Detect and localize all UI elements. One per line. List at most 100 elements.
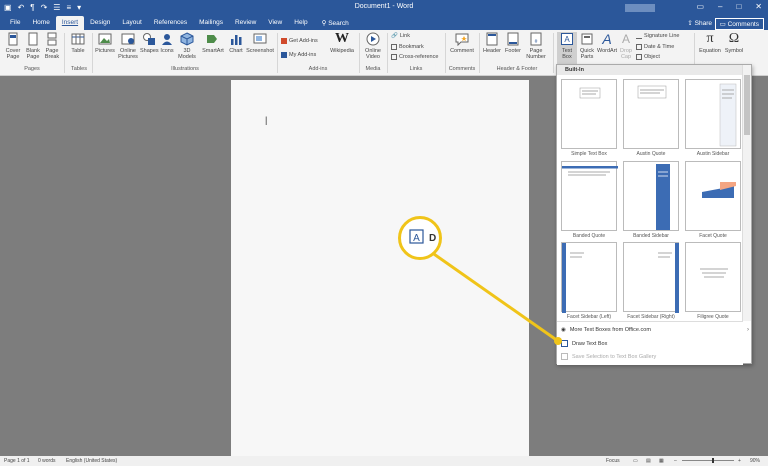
gallery-item-banded-quote[interactable] <box>561 161 618 231</box>
user-account[interactable] <box>625 4 655 12</box>
gallery-item-facet-sidebar-right[interactable] <box>623 242 679 313</box>
print-layout-icon[interactable]: ▤ <box>646 458 651 464</box>
page-count[interactable]: Page 1 of 1 <box>4 458 30 464</box>
gallery-item-facet-quote[interactable] <box>685 161 741 231</box>
zoom-level[interactable]: 90% <box>750 458 760 464</box>
scrollbar-thumb[interactable] <box>744 75 750 135</box>
tab-help[interactable]: Help <box>288 16 313 30</box>
signature-line-button[interactable]: Signature Line <box>636 33 679 39</box>
drop-cap-button[interactable]: A Drop Cap <box>618 32 634 60</box>
language-status[interactable]: English (United States) <box>66 458 117 464</box>
bookmark-button[interactable]: Bookmark <box>391 44 424 50</box>
gallery-menu: ◉ More Text Boxes from Office.com Draw T… <box>557 321 749 365</box>
facet-quote-preview <box>702 182 736 198</box>
zoom-slider-thumb[interactable] <box>712 458 714 463</box>
minimize-icon[interactable]: – <box>718 2 722 11</box>
blank-page-button[interactable]: Blank Page <box>24 32 42 60</box>
tab-home[interactable]: Home <box>26 16 55 30</box>
object-button[interactable]: Object <box>636 54 660 60</box>
search-label: Search <box>328 20 349 27</box>
web-layout-icon[interactable]: ▦ <box>659 458 664 464</box>
zoom-slider[interactable] <box>682 460 734 461</box>
link-button[interactable]: 🔗 Link <box>391 33 410 39</box>
object-label: Object <box>644 54 660 60</box>
text-box-label: Text Box <box>561 48 573 60</box>
pi-icon: π <box>706 31 714 46</box>
zoom-out-icon[interactable]: – <box>674 458 677 464</box>
tab-mailings[interactable]: Mailings <box>193 16 229 30</box>
document-page[interactable] <box>231 80 529 456</box>
text-box-button[interactable]: A Text Box <box>557 32 577 66</box>
equation-button[interactable]: π Equation <box>698 31 722 55</box>
store-icon <box>281 38 287 44</box>
tab-references[interactable]: References <box>148 16 193 30</box>
read-mode-icon[interactable]: ▭ <box>633 458 638 464</box>
search-box[interactable]: ⚲ Search <box>314 16 349 30</box>
wordart-button[interactable]: A WordArt <box>597 32 617 54</box>
word-count[interactable]: 0 words <box>38 458 56 464</box>
shapes-icon <box>143 33 155 45</box>
tab-review[interactable]: Review <box>229 16 262 30</box>
online-video-button[interactable]: Online Video <box>362 32 384 60</box>
wikipedia-icon: W <box>335 31 349 46</box>
quick-parts-icon <box>581 33 593 45</box>
quick-parts-button[interactable]: Quick Parts <box>578 32 596 60</box>
maximize-icon[interactable]: □ <box>736 2 741 11</box>
3d-cube-icon <box>180 32 194 46</box>
smartart-label: SmartArt <box>202 48 224 54</box>
gallery-item-banded-sidebar[interactable] <box>623 161 679 231</box>
ribbon-display-icon[interactable]: ▭ <box>696 2 704 11</box>
more-text-boxes-label: More Text Boxes from Office.com <box>569 327 651 333</box>
illustrations-group-label: Illustrations <box>171 66 199 72</box>
chart-icon <box>231 35 242 45</box>
tab-design[interactable]: Design <box>84 16 116 30</box>
header-label: Header <box>482 48 502 54</box>
cross-reference-label: Cross-reference <box>399 54 439 60</box>
pages-group-label: Pages <box>24 66 40 72</box>
online-pictures-button[interactable]: Online Pictures <box>117 32 139 60</box>
gallery-item-austin-quote[interactable] <box>623 79 679 149</box>
pictures-button[interactable]: Pictures <box>95 32 115 54</box>
addins-group-label: Add-ins <box>308 66 328 72</box>
page-break-button[interactable]: Page Break <box>44 32 60 60</box>
smartart-button[interactable]: SmartArt <box>200 32 226 54</box>
symbol-button[interactable]: Ω Symbol <box>723 32 745 55</box>
get-addins-button[interactable]: Get Add-ins <box>281 38 318 44</box>
date-time-button[interactable]: Date & Time <box>636 44 674 50</box>
focus-button[interactable]: Focus <box>606 458 620 464</box>
chart-button[interactable]: Chart <box>228 32 244 54</box>
gallery-item-filigree-quote[interactable] <box>685 242 741 312</box>
close-icon[interactable]: ✕ <box>755 2 762 11</box>
gallery-scrollbar[interactable] <box>742 65 751 321</box>
share-button[interactable]: ⇪ Share <box>683 18 716 28</box>
page-number-button[interactable]: # Page Number <box>524 32 548 60</box>
drop-cap-icon: A <box>621 32 630 46</box>
comment-button[interactable]: Comment <box>448 32 476 54</box>
gallery-item-facet-sidebar-left[interactable] <box>561 242 617 313</box>
header-button[interactable]: Header <box>482 32 502 54</box>
icons-button[interactable]: Icons <box>159 32 175 54</box>
shapes-button[interactable]: Shapes <box>140 32 159 54</box>
gallery-item-austin-sidebar[interactable] <box>685 79 741 149</box>
online-pictures-label: Online Pictures <box>118 48 138 60</box>
comments-button[interactable]: ▭ Comments <box>714 18 764 30</box>
gallery-caption: Filigree Quote <box>697 314 729 320</box>
more-text-boxes-item[interactable]: ◉ More Text Boxes from Office.com <box>561 327 651 333</box>
3d-models-button[interactable]: 3D Models <box>177 32 197 60</box>
table-button[interactable]: Table <box>68 32 88 54</box>
my-addins-button[interactable]: My Add-ins <box>281 52 316 58</box>
tab-layout[interactable]: Layout <box>116 16 148 30</box>
tab-view[interactable]: View <box>262 16 288 30</box>
draw-text-box-item[interactable]: Draw Text Box <box>561 340 607 347</box>
tab-file[interactable]: File <box>4 16 26 30</box>
zoom-in-icon[interactable]: + <box>738 458 741 464</box>
gallery-item-simple-text-box[interactable] <box>561 79 617 149</box>
cross-reference-button[interactable]: Cross-reference <box>391 54 438 60</box>
tab-insert[interactable]: Insert <box>55 16 85 30</box>
cover-page-button[interactable]: Cover Page <box>3 32 23 60</box>
screenshot-button[interactable]: Screenshot <box>246 32 274 54</box>
footer-button[interactable]: Footer <box>503 32 523 54</box>
comment-icon <box>455 33 469 46</box>
smartart-icon <box>207 35 217 43</box>
wikipedia-button[interactable]: W Wikipedia <box>330 31 354 55</box>
